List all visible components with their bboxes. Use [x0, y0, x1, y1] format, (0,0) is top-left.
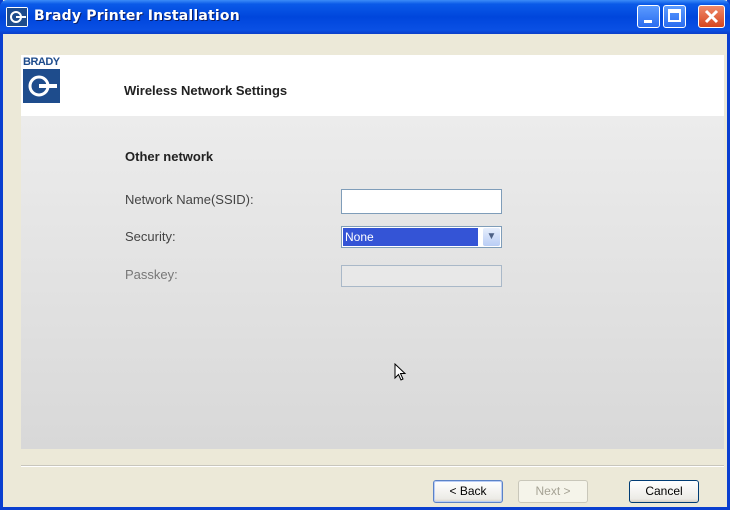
window-title: Brady Printer Installation: [34, 8, 240, 24]
mouse-pointer-icon: [394, 363, 407, 381]
brady-app-icon: [6, 7, 28, 27]
brady-logo-mark: [23, 69, 60, 103]
ssid-input[interactable]: [341, 189, 502, 214]
close-icon: [704, 9, 719, 24]
security-selected-value: None: [343, 228, 478, 246]
footer-divider-highlight: [21, 466, 724, 467]
security-label: Security:: [125, 229, 176, 244]
close-button[interactable]: [698, 5, 725, 28]
minimize-icon: [644, 20, 652, 23]
chevron-down-icon[interactable]: ▼: [483, 228, 500, 246]
cancel-button[interactable]: Cancel: [629, 480, 699, 503]
header-banner: BRADY Wireless Network Settings: [21, 55, 724, 116]
section-title: Other network: [125, 149, 214, 164]
ssid-label: Network Name(SSID):: [125, 192, 254, 207]
title-bar[interactable]: Brady Printer Installation: [0, 0, 730, 34]
security-dropdown[interactable]: None ▼: [341, 226, 502, 248]
back-button[interactable]: < Back: [433, 480, 503, 503]
installer-window: Brady Printer Installation BRADY Wireles…: [0, 0, 730, 510]
passkey-label: Passkey:: [125, 267, 178, 282]
passkey-input[interactable]: [341, 265, 502, 287]
brady-logo-text: BRADY: [23, 56, 60, 68]
page-title: Wireless Network Settings: [124, 83, 288, 98]
brady-logo: BRADY: [23, 56, 60, 106]
maximize-icon: [668, 9, 681, 22]
settings-panel: Other network Network Name(SSID): Securi…: [21, 116, 724, 449]
maximize-button[interactable]: [663, 5, 686, 28]
minimize-button[interactable]: [637, 5, 660, 28]
next-button[interactable]: Next >: [518, 480, 588, 503]
